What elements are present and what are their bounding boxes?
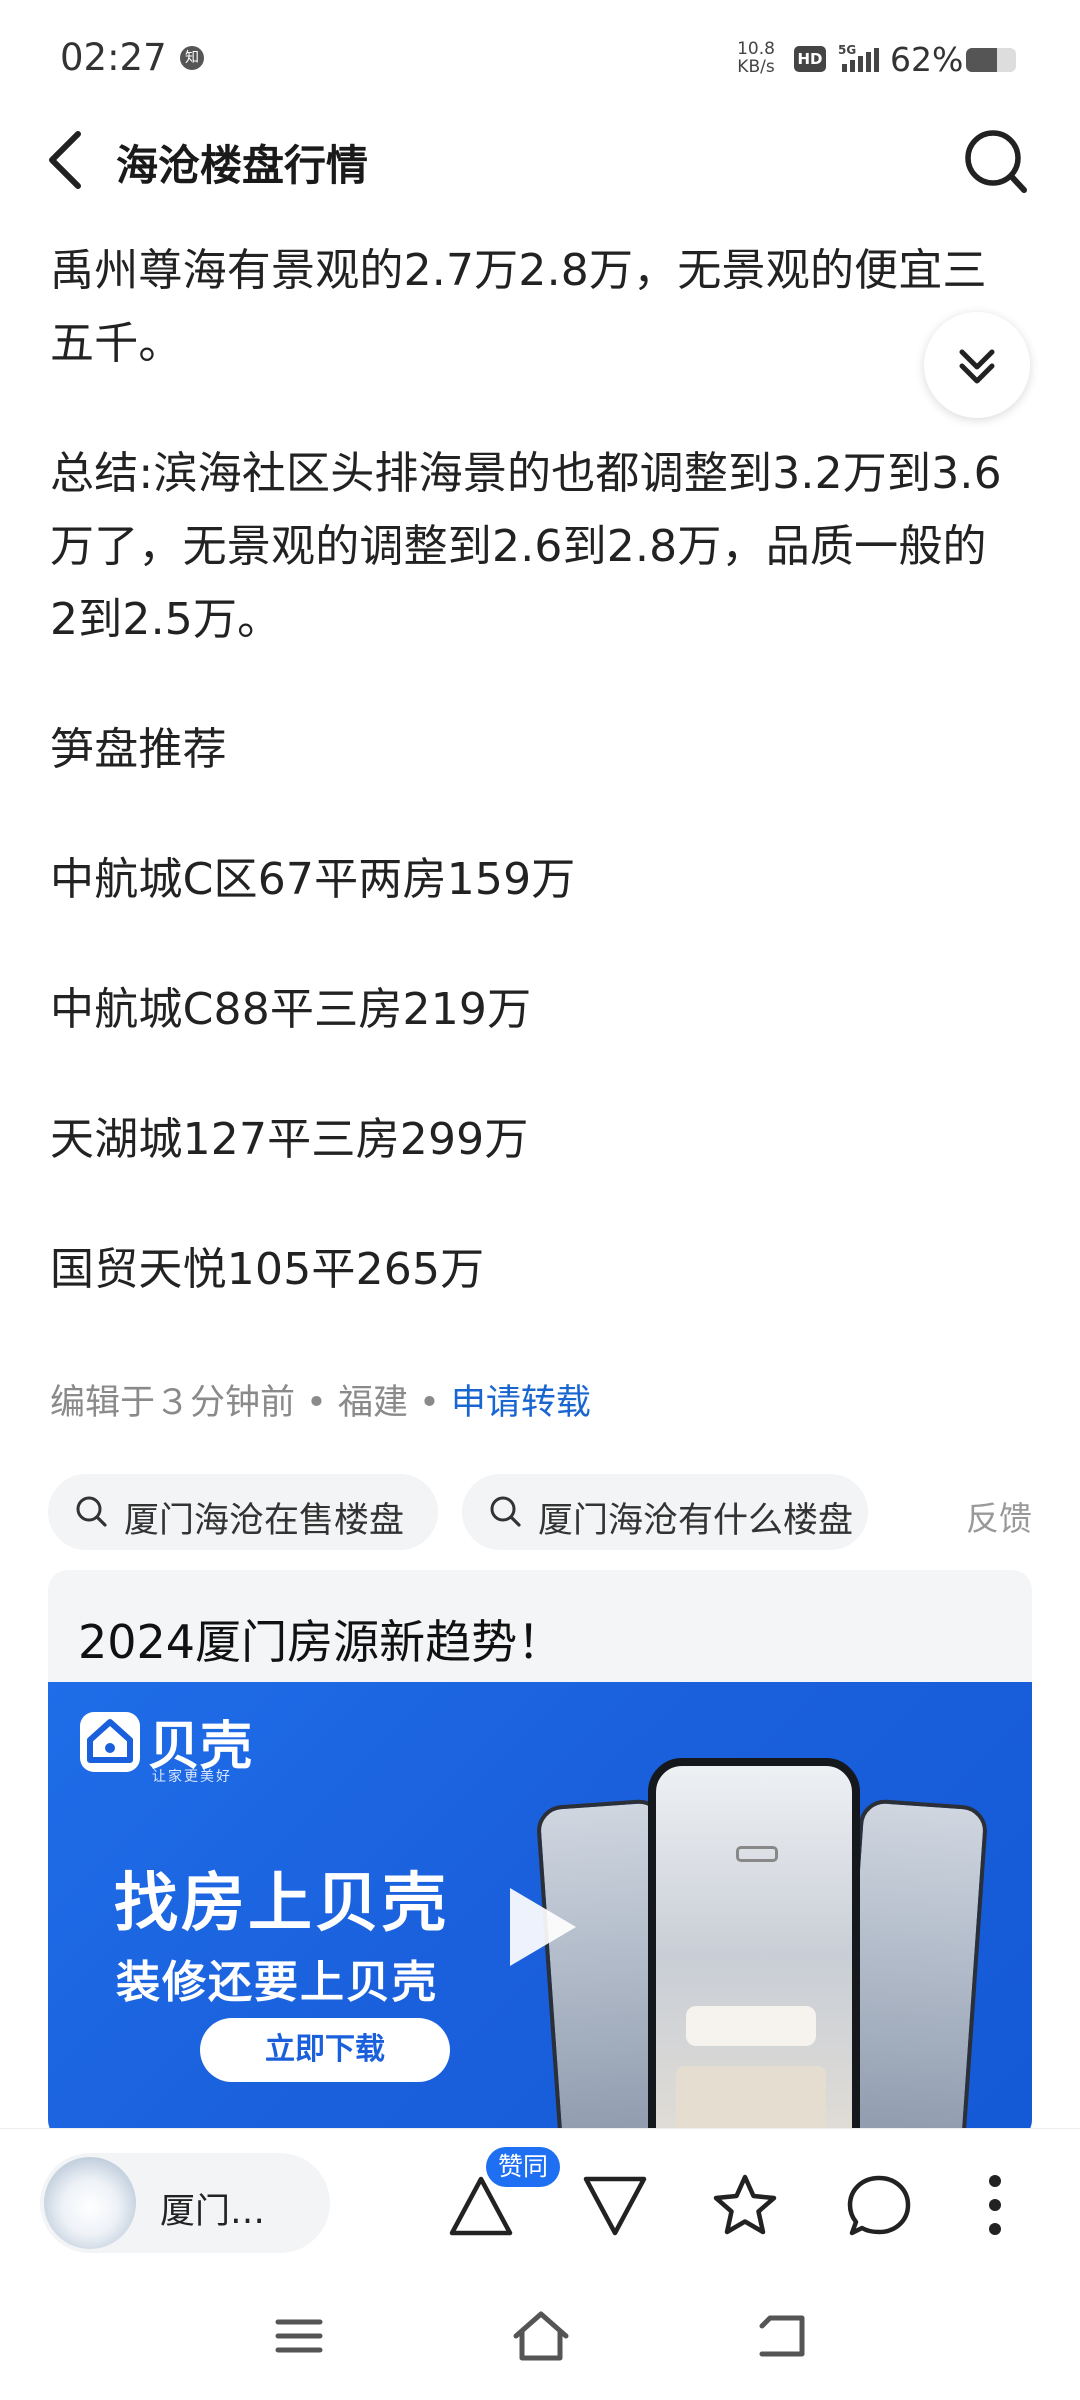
home-icon xyxy=(513,2311,569,2361)
menu-icon xyxy=(275,2319,323,2353)
article-paragraph: 中航城C88平三房219万 xyxy=(50,984,532,1035)
article-paragraph: 天湖城127平三房299万 xyxy=(50,1114,529,1165)
collapse-button[interactable] xyxy=(924,312,1030,418)
related-search-chip[interactable]: 厦门海沧有什么楼盘 xyxy=(462,1474,868,1550)
article-paragraph: 总结:滨海社区头排海景的也都调整到3.2万到3.6万了，无景观的调整到2.6到2… xyxy=(50,448,1002,645)
ceiling-lamp-illustration xyxy=(736,1846,778,1862)
search-button[interactable] xyxy=(960,124,1030,198)
more-icon xyxy=(989,2175,1001,2235)
meta-separator: • xyxy=(419,1383,440,1423)
network-speed-unit: KB/s xyxy=(737,57,775,77)
downvote-icon xyxy=(583,2176,647,2236)
battery-percent: 62% xyxy=(890,40,964,79)
play-icon[interactable] xyxy=(502,1882,582,1972)
downvote-button[interactable] xyxy=(580,2171,650,2241)
comment-button[interactable] xyxy=(844,2171,914,2241)
battery-icon xyxy=(966,48,1016,72)
repost-request-link[interactable]: 申请转载 xyxy=(451,1383,591,1423)
ad-title: 2024厦门房源新趋势！ xyxy=(78,1615,564,1669)
comment-icon xyxy=(847,2175,911,2236)
battery-fill xyxy=(966,48,997,72)
ad-subheadline: 装修还要上贝壳 xyxy=(116,1957,438,2008)
hd-voice-icon: HD xyxy=(794,46,826,72)
network-speed: 10.8 KB/s xyxy=(734,40,778,76)
upvote-badge: 赞同 xyxy=(486,2147,561,2187)
location: 福建 xyxy=(337,1383,408,1423)
brand-slogan: 让家更美好 xyxy=(152,1769,232,1785)
related-search-chip[interactable]: 厦门海沧在售楼盘 xyxy=(48,1474,438,1550)
article-paragraph: 笋盘推荐 xyxy=(50,724,227,775)
recent-apps-button[interactable] xyxy=(264,2306,334,2366)
article-body: 禹州尊海有景观的2.7万2.8万，无景观的便宜三五千。 总结:滨海社区头排海景的… xyxy=(50,234,1010,1363)
beike-logo-icon xyxy=(80,1712,140,1772)
system-back-button[interactable] xyxy=(748,2306,818,2366)
double-chevron-down-icon xyxy=(959,349,995,384)
bottom-action-bar: 厦门… 赞同 xyxy=(0,2128,1080,2277)
sofa-illustration xyxy=(686,2006,816,2046)
article-paragraph: 禹州尊海有景观的2.7万2.8万，无景观的便宜三五千。 xyxy=(50,245,987,369)
ad-banner[interactable]: 贝壳 让家更美好 找房上贝壳 装修还要上贝壳 立即下载 xyxy=(48,1682,1032,2140)
zhihu-notification-icon: 知 xyxy=(180,46,204,70)
system-navigation-bar xyxy=(0,2276,1080,2400)
ad-headline: 找房上贝壳 xyxy=(114,1867,449,1941)
more-button[interactable] xyxy=(960,2165,1030,2245)
search-icon xyxy=(76,1496,107,1527)
article-paragraph: 中航城C区67平两房159万 xyxy=(50,854,576,905)
signal-5g-icon: 5G xyxy=(838,43,879,72)
favorite-button[interactable] xyxy=(710,2171,780,2241)
back-icon xyxy=(759,2315,805,2357)
page-title: 海沧楼盘行情 xyxy=(116,141,369,190)
avatar[interactable] xyxy=(44,2157,136,2249)
network-type-label: 5G xyxy=(838,43,856,57)
clock: 02:27 xyxy=(60,36,167,79)
download-button[interactable]: 立即下载 xyxy=(200,2018,450,2082)
network-speed-value: 10.8 xyxy=(737,39,775,59)
related-search-text: 厦门海沧有什么楼盘 xyxy=(538,1501,854,1541)
article-meta: 编辑于３分钟前 • 福建 • 申请转载 xyxy=(50,1374,591,1425)
upvote-icon xyxy=(449,2176,513,2236)
phone-mockup-main xyxy=(648,1758,860,2140)
author-name: 厦门… xyxy=(160,2192,266,2232)
article-paragraph: 国贸天悦105平265万 xyxy=(50,1244,485,1295)
feedback-link[interactable]: 反馈 xyxy=(966,1492,1032,1540)
status-bar: 02:27 知 10.8 KB/s HD 5G 62% xyxy=(0,0,1080,120)
star-icon xyxy=(713,2174,777,2235)
author-chip[interactable]: 厦门… xyxy=(40,2153,330,2253)
home-button[interactable] xyxy=(506,2306,576,2366)
meta-separator: • xyxy=(306,1383,327,1423)
ad-card[interactable]: 2024厦门房源新趋势！ 贝壳 让家更美好 找房上贝壳 装修还要上贝壳 立即下载 xyxy=(48,1570,1032,2140)
search-icon xyxy=(490,1496,521,1527)
edited-time: 编辑于３分钟前 xyxy=(50,1383,296,1423)
related-search-text: 厦门海沧在售楼盘 xyxy=(124,1501,405,1541)
back-button[interactable] xyxy=(40,120,100,200)
